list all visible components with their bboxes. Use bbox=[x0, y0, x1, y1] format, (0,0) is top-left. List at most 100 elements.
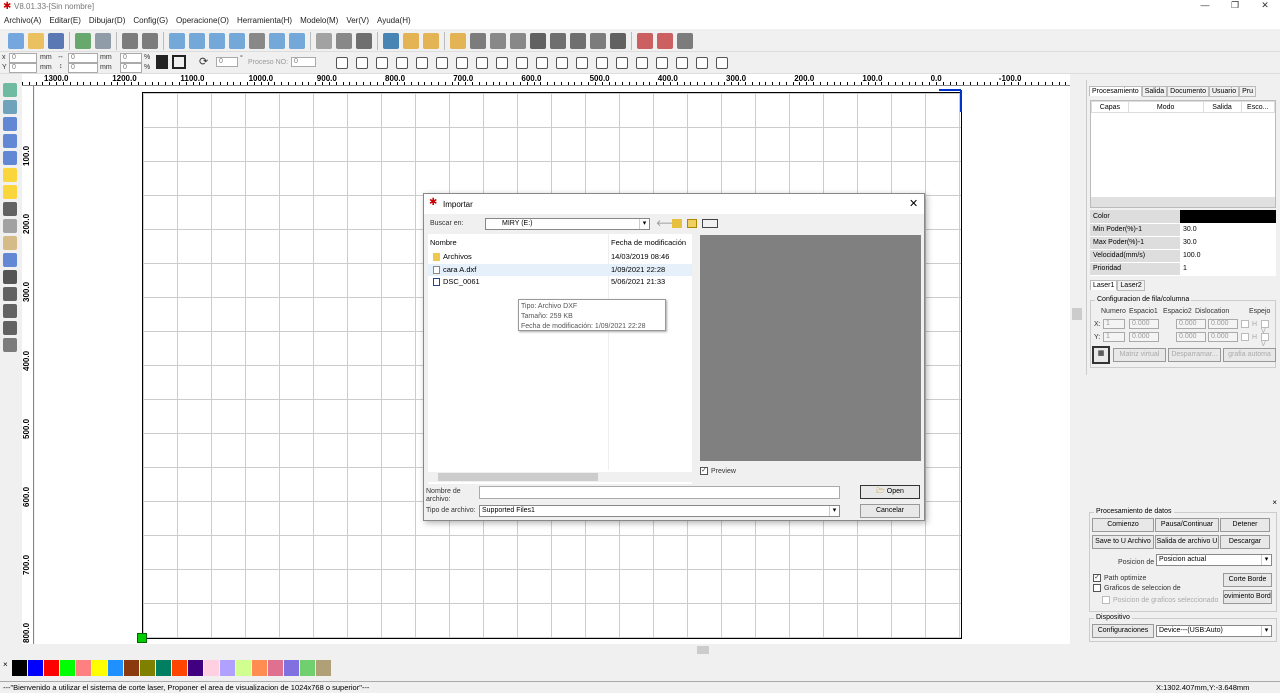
align-tool-14-icon[interactable] bbox=[616, 57, 628, 69]
selected-graphics-checkbox[interactable]: Graficos de seleccion de bbox=[1093, 584, 1181, 592]
align-tool-2-icon[interactable] bbox=[376, 57, 388, 69]
align-tool-18-icon[interactable] bbox=[696, 57, 708, 69]
dialog-close-button[interactable]: ✕ bbox=[909, 197, 918, 210]
align-tool-10-icon[interactable] bbox=[536, 57, 548, 69]
align-tool-15-icon[interactable] bbox=[636, 57, 648, 69]
up-folder-icon[interactable] bbox=[672, 219, 682, 228]
property-value[interactable]: 1 bbox=[1180, 262, 1276, 276]
menu-0[interactable]: Archivo(A) bbox=[0, 14, 45, 27]
smooth-icon[interactable] bbox=[356, 33, 372, 49]
layers-table[interactable]: Capas Modo Salida Esco... bbox=[1090, 100, 1276, 208]
zoom-out-icon[interactable] bbox=[209, 33, 225, 49]
align-tool-8-icon[interactable] bbox=[496, 57, 508, 69]
rotate-input[interactable]: 0 bbox=[216, 57, 238, 67]
scale-y-input[interactable]: 0 bbox=[120, 63, 142, 73]
node-tool-icon[interactable] bbox=[3, 100, 17, 114]
align-tool-13-icon[interactable] bbox=[596, 57, 608, 69]
polyline-tool-icon[interactable] bbox=[3, 134, 17, 148]
file-list-hscrollbar[interactable] bbox=[428, 472, 692, 482]
align-tool-11-icon[interactable] bbox=[556, 57, 568, 69]
position-select[interactable]: Posicion actual bbox=[1156, 554, 1272, 566]
new-file-icon[interactable] bbox=[8, 33, 24, 49]
settings-button[interactable]: Configuraciones bbox=[1092, 624, 1154, 638]
x-input[interactable]: 0 bbox=[9, 53, 37, 63]
scale-x-input[interactable]: 0 bbox=[120, 53, 142, 63]
align-tool-9-icon[interactable] bbox=[516, 57, 528, 69]
align-tool-16-icon[interactable] bbox=[656, 57, 668, 69]
bmp-icon[interactable] bbox=[490, 33, 506, 49]
property-value[interactable]: 30.0 bbox=[1180, 236, 1276, 250]
curve-tool-icon[interactable] bbox=[3, 151, 17, 165]
grid-tool-icon[interactable] bbox=[3, 253, 17, 267]
palette-color[interactable] bbox=[60, 660, 75, 676]
tab-pru[interactable]: Pru bbox=[1239, 86, 1256, 97]
menu-3[interactable]: Config(G) bbox=[129, 14, 172, 27]
zoom-fit-icon[interactable] bbox=[229, 33, 245, 49]
open-button[interactable]: 🗁 Open bbox=[860, 485, 920, 499]
layer-column[interactable]: Capas bbox=[1091, 101, 1129, 113]
menu-6[interactable]: Modelo(M) bbox=[296, 14, 342, 27]
view-menu-icon[interactable] bbox=[702, 219, 718, 228]
path-optimize-checkbox[interactable]: ✓ Path optimize bbox=[1093, 574, 1146, 582]
download-button[interactable]: Descargar bbox=[1220, 535, 1270, 549]
tab-procesamiento[interactable]: Procesamiento bbox=[1089, 86, 1142, 96]
select-tool-icon[interactable] bbox=[3, 83, 17, 97]
laser-pen-icon[interactable] bbox=[637, 33, 653, 49]
align-h-icon[interactable] bbox=[550, 33, 566, 49]
palette-color[interactable] bbox=[124, 660, 139, 676]
layer-c-icon[interactable] bbox=[450, 33, 466, 49]
align-tool-19-icon[interactable] bbox=[716, 57, 728, 69]
property-value[interactable]: 30.0 bbox=[1180, 223, 1276, 237]
file-list[interactable]: Nombre Fecha de modificación Archivos 14/… bbox=[428, 234, 692, 484]
rectangle-tool-icon[interactable] bbox=[3, 168, 17, 182]
movimiento-borde-button[interactable]: ovimiento Bord bbox=[1223, 590, 1272, 604]
cancel-button[interactable]: Cancelar bbox=[860, 504, 920, 518]
back-icon[interactable] bbox=[122, 33, 138, 49]
output-u-file-button[interactable]: Salida de archivo U bbox=[1155, 535, 1219, 549]
zoom-select-icon[interactable] bbox=[269, 33, 285, 49]
zoom-actual-icon[interactable] bbox=[249, 33, 265, 49]
layer-column[interactable]: Salida bbox=[1202, 101, 1242, 113]
filename-input[interactable] bbox=[479, 486, 840, 499]
palette-color[interactable] bbox=[220, 660, 235, 676]
menu-4[interactable]: Operacione(O) bbox=[172, 14, 233, 27]
import-icon[interactable] bbox=[75, 33, 91, 49]
array-icon[interactable] bbox=[677, 33, 693, 49]
palette-color[interactable] bbox=[188, 660, 203, 676]
palette-color[interactable] bbox=[12, 660, 27, 676]
tab-documento[interactable]: Documento bbox=[1167, 86, 1209, 97]
maximize-button[interactable]: ❐ bbox=[1220, 0, 1250, 14]
align-tool-0-icon[interactable] bbox=[336, 57, 348, 69]
lock-icon[interactable] bbox=[156, 55, 168, 69]
menu-1[interactable]: Editar(E) bbox=[45, 14, 85, 27]
panel-close-icon[interactable]: × bbox=[1272, 498, 1277, 507]
line-tool-icon[interactable] bbox=[3, 117, 17, 131]
export-icon[interactable] bbox=[95, 33, 111, 49]
palette-color[interactable] bbox=[252, 660, 267, 676]
layer-column[interactable]: Modo bbox=[1127, 101, 1204, 113]
device-select[interactable]: Device---(USB:Auto) bbox=[1156, 625, 1272, 637]
corte-borde-button[interactable]: Corte Borde bbox=[1223, 573, 1272, 587]
filetype-select[interactable]: Supported Files1 bbox=[479, 505, 840, 517]
file-row[interactable]: Archivos 14/03/2019 08:46 bbox=[428, 251, 692, 263]
delete-tool-icon[interactable] bbox=[3, 270, 17, 284]
stop-button[interactable]: Detener bbox=[1220, 518, 1270, 532]
look-in-select[interactable]: MIRY (E:) bbox=[485, 218, 650, 230]
array-tool-icon[interactable] bbox=[3, 338, 17, 352]
menu-2[interactable]: Dibujar(D) bbox=[85, 14, 129, 27]
file-row[interactable]: cara A.dxf 1/09/2021 22:28 bbox=[428, 263, 692, 276]
menu-5[interactable]: Herramienta(H) bbox=[233, 14, 296, 27]
menu-8[interactable]: Ayuda(H) bbox=[373, 14, 415, 27]
column-name[interactable]: Nombre bbox=[430, 238, 457, 247]
menu-7[interactable]: Ver(V) bbox=[342, 14, 373, 27]
palette-color[interactable] bbox=[92, 660, 107, 676]
new-folder-icon[interactable] bbox=[687, 219, 697, 228]
width-input[interactable]: 0 bbox=[68, 53, 98, 63]
layers-hscrollbar[interactable] bbox=[1091, 197, 1275, 207]
palette-color[interactable] bbox=[236, 660, 251, 676]
tree-icon[interactable] bbox=[530, 33, 546, 49]
array-grid-button[interactable]: ▦ bbox=[1092, 346, 1110, 364]
property-value[interactable]: 100.0 bbox=[1180, 249, 1276, 263]
zoom-out-page-icon[interactable] bbox=[169, 33, 185, 49]
open-folder-icon[interactable] bbox=[28, 33, 44, 49]
